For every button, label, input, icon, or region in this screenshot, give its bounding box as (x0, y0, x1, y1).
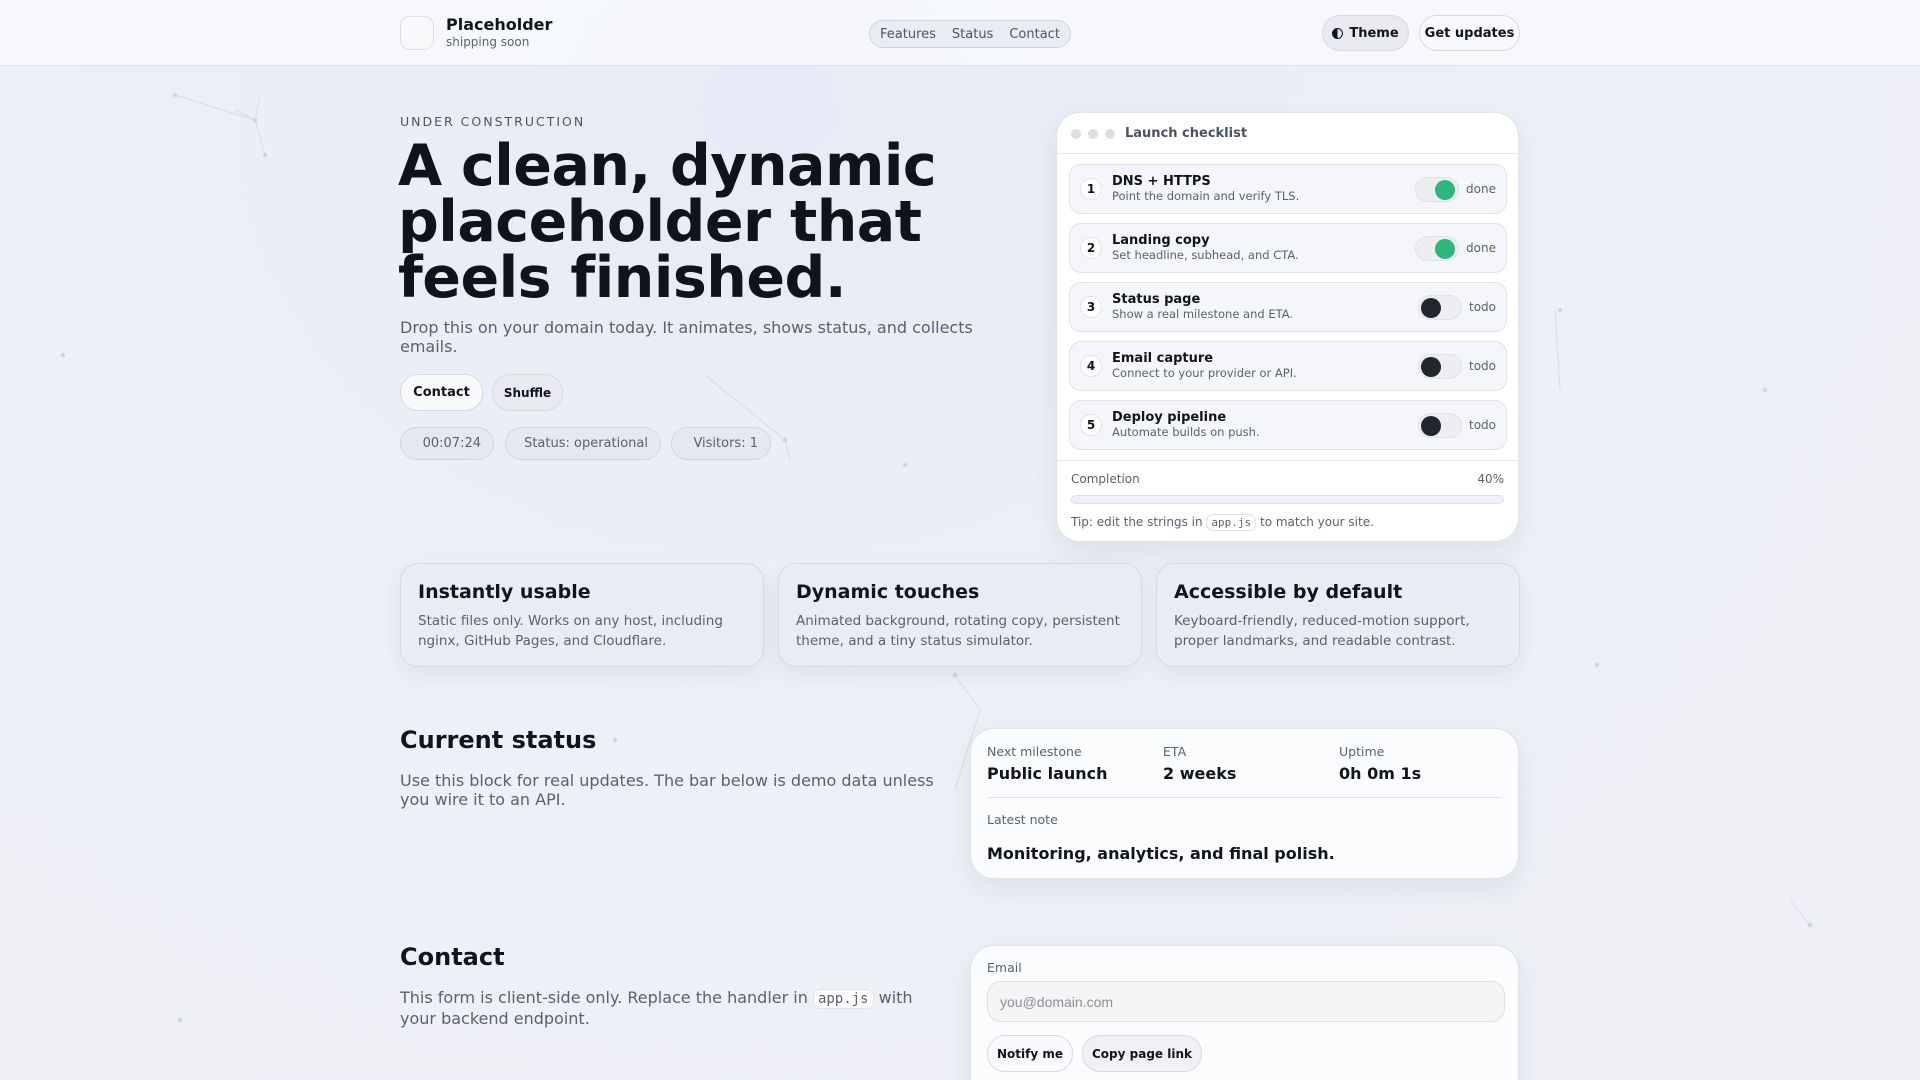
checklist-title: Launch checklist (1125, 126, 1248, 141)
toggle-knob (1421, 357, 1441, 377)
get-updates-button[interactable]: Get updates (1419, 15, 1520, 51)
item-title: DNS + HTTPS (1112, 174, 1211, 189)
completion-bar (1071, 495, 1504, 504)
status-card: Next milestone Public launch ETA 2 weeks… (970, 728, 1519, 879)
tip-prefix: Tip: edit the strings in (1071, 515, 1203, 529)
contact-button[interactable]: Contact (400, 374, 483, 411)
notify-me-button[interactable]: Notify me (987, 1035, 1073, 1072)
feature-card: Instantly usable Static files only. Works… (400, 563, 764, 667)
hero-title: A clean, dynamic placeholder that feels … (398, 133, 937, 311)
item-toggle[interactable] (1418, 413, 1462, 438)
item-state: todo (1468, 359, 1496, 373)
timer-pill: 00:07:24 (400, 427, 494, 460)
shuffle-button[interactable]: Shuffle (492, 374, 563, 411)
item-title: Landing copy (1112, 233, 1210, 248)
checklist-item: 1 DNS + HTTPS Point the domain and verif… (1069, 164, 1507, 214)
status-pill: Status: operational (505, 427, 661, 460)
visitors-pill: Visitors: 1 (671, 427, 771, 460)
feature-desc: Static files only. Works on any host, in… (418, 613, 723, 649)
item-desc: Point the domain and verify TLS. (1112, 189, 1300, 203)
eyebrow: UNDER CONSTRUCTION (400, 114, 586, 129)
brand-title: Placeholder (446, 15, 553, 34)
divider (987, 797, 1502, 798)
tip-text: Tip: edit the strings in app.js to match… (1071, 514, 1374, 531)
status-heading: Current status (400, 726, 597, 754)
milestone-label: Next milestone (987, 744, 1082, 759)
uptime-label: Uptime (1339, 744, 1385, 759)
step-number: 4 (1080, 355, 1102, 377)
toggle-knob (1421, 298, 1441, 318)
item-toggle[interactable] (1418, 295, 1462, 320)
uptime-value: 0h 0m 1s (1339, 764, 1422, 783)
note-value: Monitoring, analytics, and final polish. (987, 844, 1335, 863)
theme-button[interactable]: Theme (1322, 15, 1409, 51)
tip-code: app.js (1206, 514, 1257, 531)
checklist-item: 3 Status page Show a real milestone and … (1069, 282, 1507, 332)
item-state: done (1466, 182, 1496, 196)
item-toggle[interactable] (1415, 177, 1459, 202)
feature-card: Dynamic touches Animated background, rota… (778, 563, 1142, 667)
contact-form-card: Email Notify me Copy page link (970, 945, 1519, 1080)
copy-link-button[interactable]: Copy page link (1082, 1035, 1202, 1072)
step-number: 2 (1080, 237, 1102, 259)
toggle-knob (1435, 180, 1455, 200)
item-state: todo (1468, 300, 1496, 314)
note-label: Latest note (987, 812, 1058, 827)
item-toggle[interactable] (1415, 236, 1459, 261)
tip-suffix: to match your site. (1260, 515, 1374, 529)
item-title: Status page (1112, 292, 1201, 307)
item-toggle[interactable] (1418, 354, 1462, 379)
contact-desc-prefix: This form is client-side only. Replace t… (400, 988, 808, 1007)
item-desc: Connect to your provider or API. (1112, 366, 1297, 380)
logo-icon (400, 16, 434, 50)
item-title: Email capture (1112, 351, 1214, 366)
main-nav: Features Status Contact (869, 20, 1071, 48)
divider (1057, 153, 1518, 154)
hero-subtitle: Drop this on your domain today. It anima… (400, 318, 973, 356)
eta-value: 2 weeks (1163, 764, 1237, 783)
eta-label: ETA (1163, 744, 1187, 759)
email-input[interactable] (987, 981, 1505, 1022)
feature-card: Accessible by default Keyboard-friendly, … (1156, 563, 1520, 667)
email-label: Email (987, 960, 1022, 975)
checklist-item: 4 Email capture Connect to your provider… (1069, 341, 1507, 391)
item-state: done (1466, 241, 1496, 255)
feature-desc: Keyboard-friendly, reduced-motion suppor… (1174, 613, 1470, 649)
step-number: 5 (1080, 414, 1102, 436)
feature-title: Instantly usable (418, 581, 591, 603)
nav-features[interactable]: Features (880, 27, 936, 42)
contact-desc: This form is client-side only. Replace t… (400, 988, 940, 1028)
completion-value: 40% (1477, 472, 1504, 486)
nav-status[interactable]: Status (952, 27, 993, 42)
completion-label: Completion (1071, 472, 1140, 486)
toggle-knob (1421, 416, 1441, 436)
milestone-value: Public launch (987, 764, 1108, 783)
step-number: 3 (1080, 296, 1102, 318)
feature-title: Accessible by default (1174, 581, 1403, 603)
status-desc: Use this block for real updates. The bar… (400, 771, 934, 809)
contrast-icon (1332, 27, 1344, 39)
completion-bar-fill (1072, 496, 1245, 503)
item-desc: Set headline, subhead, and CTA. (1112, 248, 1299, 262)
contact-heading: Contact (400, 943, 505, 971)
contact-desc-code: app.js (812, 989, 874, 1009)
nav-contact[interactable]: Contact (1009, 27, 1060, 42)
item-desc: Show a real milestone and ETA. (1112, 307, 1294, 321)
brand-subtitle: shipping soon (446, 35, 530, 49)
site-header: Placeholder shipping soon Features Statu… (0, 0, 1920, 66)
window-dots-icon (1071, 129, 1115, 139)
item-state: todo (1468, 418, 1496, 432)
theme-label: Theme (1349, 25, 1399, 41)
feature-desc: Animated background, rotating copy, pers… (796, 613, 1120, 649)
item-title: Deploy pipeline (1112, 410, 1227, 425)
toggle-knob (1435, 239, 1455, 259)
launch-checklist-card: Launch checklist 1 DNS + HTTPS Point the… (1056, 112, 1519, 542)
checklist-item: 2 Landing copy Set headline, subhead, an… (1069, 223, 1507, 273)
step-number: 1 (1080, 178, 1102, 200)
item-desc: Automate builds on push. (1112, 425, 1260, 439)
divider (1057, 460, 1518, 461)
checklist-item: 5 Deploy pipeline Automate builds on pus… (1069, 400, 1507, 450)
feature-title: Dynamic touches (796, 581, 980, 603)
